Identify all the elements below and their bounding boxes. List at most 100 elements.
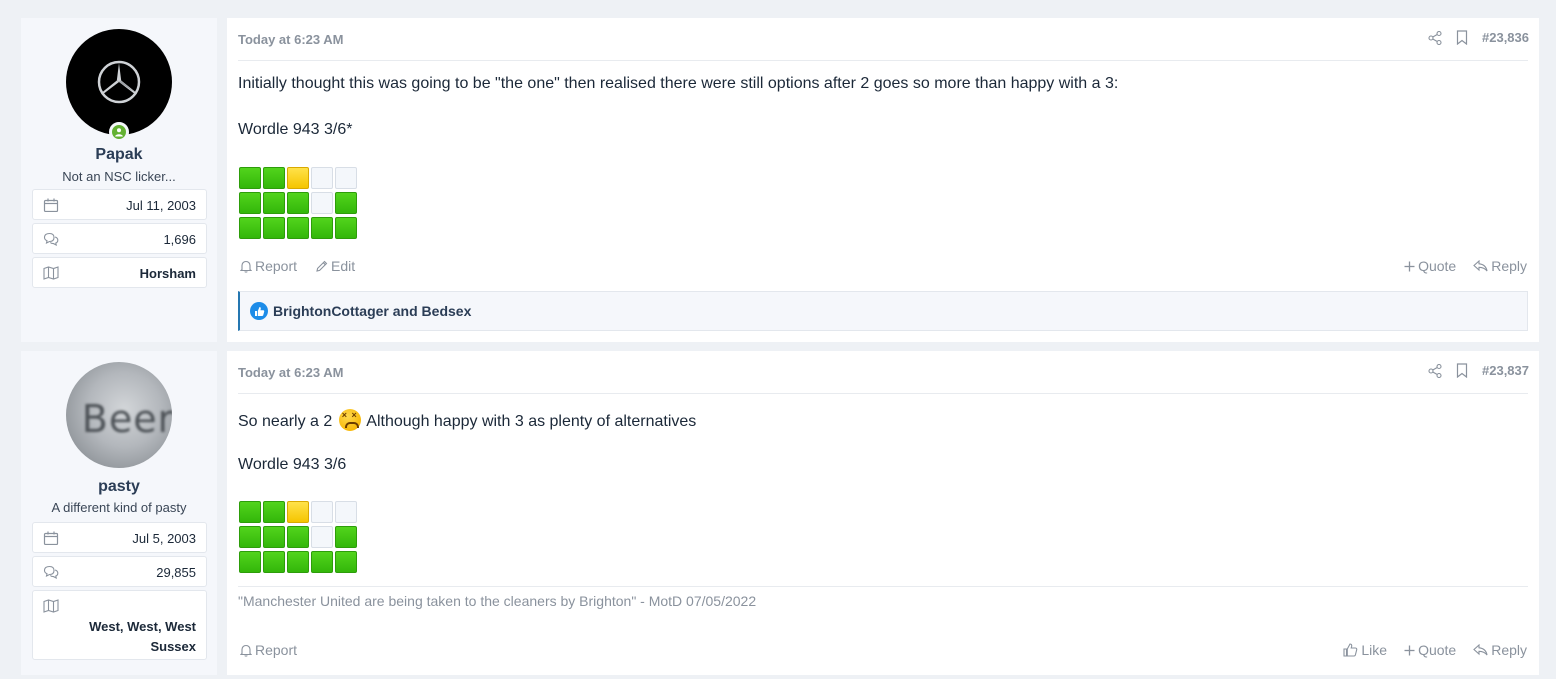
header-divider	[238, 393, 1528, 394]
quote-label: Quote	[1418, 642, 1457, 658]
plus-icon	[1404, 645, 1415, 655]
green-square-icon	[239, 167, 261, 189]
green-square-icon	[335, 192, 357, 214]
green-square-icon	[287, 217, 309, 239]
user-panel: Papak Not an NSC licker... Jul 11, 2003 …	[21, 18, 217, 342]
location[interactable]: West, West, West Sussex	[66, 617, 196, 657]
avatar-text: Beer	[81, 397, 172, 441]
joined-date-stat: Jul 5, 2003	[32, 522, 207, 553]
location-line2: Sussex	[150, 639, 196, 654]
mercedes-logo-icon	[97, 60, 141, 104]
edit-label: Edit	[331, 258, 356, 274]
post-header-actions: #23,837	[1428, 363, 1529, 378]
location[interactable]: Horsham	[140, 266, 196, 281]
post-actions-left: Report	[240, 642, 297, 658]
message-text: Initially thought this was going to be "…	[238, 75, 1119, 92]
quote-button[interactable]: Quote	[1404, 642, 1456, 658]
post-timestamp[interactable]: Today at 6:23 AM	[238, 32, 343, 47]
green-square-icon	[239, 192, 261, 214]
reply-button[interactable]: Reply	[1473, 642, 1527, 658]
reply-label: Reply	[1491, 258, 1527, 274]
user-panel: Beer pasty A different kind of pasty Jul…	[21, 351, 217, 675]
post-header-actions: #23,836	[1428, 30, 1529, 45]
report-button[interactable]: Report	[240, 258, 297, 274]
edit-button[interactable]: Edit	[315, 258, 355, 274]
signature: "Manchester United are being taken to th…	[238, 593, 757, 609]
post-actions-left: Report Edit	[240, 258, 355, 274]
post-number[interactable]: #23,836	[1482, 30, 1529, 45]
green-square-icon	[239, 217, 261, 239]
post-23837: Beer pasty A different kind of pasty Jul…	[21, 351, 1539, 675]
message-text-part: Although happy with 3 as plenty of alter…	[366, 413, 697, 430]
user-title: Not an NSC licker...	[62, 169, 176, 184]
bookmark-icon[interactable]	[1456, 363, 1468, 378]
signature-divider	[238, 586, 1528, 587]
header-divider	[238, 60, 1528, 61]
report-label: Report	[255, 258, 298, 274]
white-square-icon	[311, 501, 333, 523]
white-square-icon	[335, 167, 357, 189]
report-button[interactable]: Report	[240, 642, 297, 658]
calendar-icon	[43, 531, 59, 545]
green-square-icon	[263, 551, 285, 573]
like-label: Like	[1361, 642, 1388, 658]
bell-icon	[240, 644, 252, 657]
location-line1: West, West, West	[89, 619, 196, 634]
avatar[interactable]	[66, 29, 172, 135]
reactions-users[interactable]: BrightonCottager and Bedsex	[273, 303, 471, 319]
post-body: Today at 6:23 AM #23,836 Initially thoug…	[227, 18, 1539, 342]
share-icon[interactable]	[1428, 363, 1442, 378]
message-count: 29,855	[156, 565, 196, 580]
green-square-icon	[263, 167, 285, 189]
plus-icon	[1404, 261, 1415, 271]
like-reaction-icon	[250, 302, 268, 320]
wordle-grid	[239, 167, 357, 239]
white-square-icon	[335, 501, 357, 523]
message-text: Wordle 943 3/6*	[238, 121, 353, 138]
like-button[interactable]: Like	[1343, 642, 1387, 658]
green-square-icon	[287, 551, 309, 573]
username[interactable]: Papak	[21, 146, 217, 164]
location-stat: Horsham	[32, 257, 207, 288]
bookmark-icon[interactable]	[1456, 30, 1468, 45]
yellow-square-icon	[287, 167, 309, 189]
reactions-bar[interactable]: BrightonCottager and Bedsex	[238, 291, 1528, 331]
green-square-icon	[311, 551, 333, 573]
white-square-icon	[311, 167, 333, 189]
calendar-icon	[43, 198, 59, 212]
green-square-icon	[335, 551, 357, 573]
joined-date: Jul 5, 2003	[132, 531, 196, 546]
message-count: 1,696	[163, 232, 196, 247]
comments-icon	[43, 565, 59, 579]
green-square-icon	[239, 526, 261, 548]
share-icon[interactable]	[1428, 30, 1442, 45]
green-square-icon	[335, 217, 357, 239]
bell-icon	[240, 260, 252, 273]
quote-button[interactable]: Quote	[1404, 258, 1456, 274]
confounded-face-icon	[338, 409, 361, 431]
reply-label: Reply	[1491, 642, 1527, 658]
green-square-icon	[263, 192, 285, 214]
joined-date: Jul 11, 2003	[126, 198, 196, 213]
report-label: Report	[255, 642, 298, 658]
message-text: Wordle 943 3/6	[238, 456, 347, 473]
location-stat: West, West, West Sussex	[32, 590, 207, 660]
yellow-square-icon	[287, 501, 309, 523]
post-number[interactable]: #23,837	[1482, 363, 1529, 378]
green-square-icon	[335, 526, 357, 548]
green-square-icon	[239, 551, 261, 573]
reply-button[interactable]: Reply	[1473, 258, 1527, 274]
user-title: A different kind of pasty	[51, 500, 187, 515]
thumbs-up-icon	[1343, 643, 1358, 657]
pencil-icon	[316, 260, 328, 272]
avatar[interactable]: Beer	[66, 362, 172, 468]
username[interactable]: pasty	[21, 478, 217, 496]
reply-arrow-icon	[1473, 644, 1488, 656]
joined-date-stat: Jul 11, 2003	[32, 189, 207, 220]
green-square-icon	[263, 526, 285, 548]
white-square-icon	[311, 526, 333, 548]
post-actions-right: Like Quote Reply	[1343, 642, 1527, 658]
post-23836: Papak Not an NSC licker... Jul 11, 2003 …	[21, 18, 1539, 342]
white-square-icon	[311, 192, 333, 214]
post-timestamp[interactable]: Today at 6:23 AM	[238, 365, 343, 380]
